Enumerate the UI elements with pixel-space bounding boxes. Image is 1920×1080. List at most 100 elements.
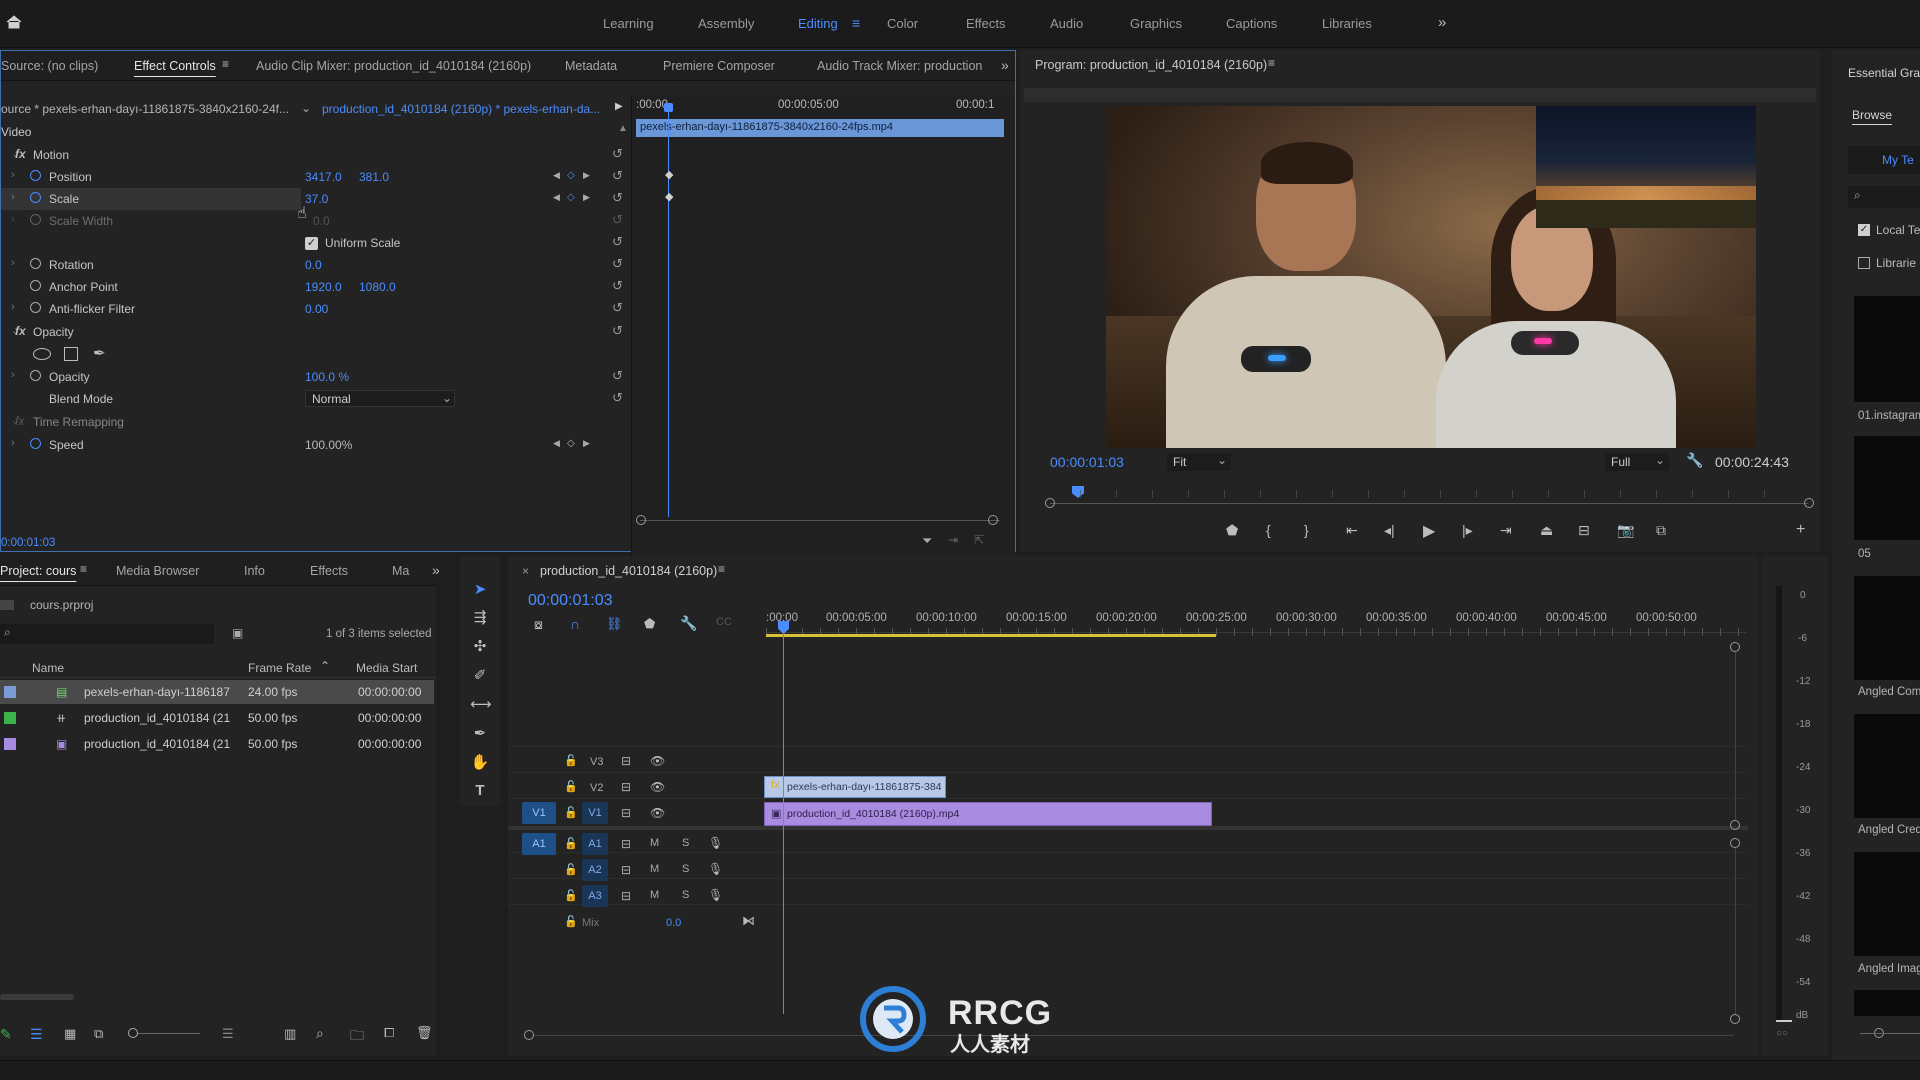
timeline-settings-icon[interactable]: 🔧 xyxy=(680,615,697,632)
ellipse-mask-icon[interactable] xyxy=(33,348,51,360)
sync-lock-icon[interactable]: ⊟ xyxy=(621,754,631,768)
eye-icon[interactable]: 👁 xyxy=(650,806,665,820)
wrench-icon[interactable]: 🔧 xyxy=(1686,452,1703,469)
linked-selection-icon[interactable]: ⛓ xyxy=(606,616,623,632)
tab-audio-track-mixer[interactable]: Audio Track Mixer: production xyxy=(817,59,982,73)
expand-icon[interactable]: › xyxy=(11,437,15,449)
rotation-value[interactable]: 0.0 xyxy=(305,258,322,272)
av-divider[interactable] xyxy=(508,826,1748,830)
chevron-down-icon[interactable]: ⌄ xyxy=(301,101,311,115)
speed-value[interactable]: 100.00% xyxy=(305,438,352,452)
timeline-zoom-scrollbar[interactable] xyxy=(534,1035,1734,1036)
track-label-v2[interactable]: V2 xyxy=(590,782,603,794)
workspace-tab-audio[interactable]: Audio xyxy=(1050,16,1083,31)
workspace-tab-effects[interactable]: Effects xyxy=(966,16,1006,31)
ripple-edit-tool-icon[interactable]: ✣ xyxy=(470,637,490,655)
project-item[interactable]: ▤ pexels-erhan-dayı-1186187 24.00 fps 00… xyxy=(0,680,434,704)
sync-lock-icon[interactable]: ⊟ xyxy=(621,889,631,903)
tab-browse[interactable]: Browse xyxy=(1852,108,1892,122)
keyframe-icon[interactable]: ◆ xyxy=(665,190,673,203)
panel-menu-icon[interactable]: ≡ xyxy=(80,562,87,576)
template-thumbnail[interactable] xyxy=(1854,436,1920,540)
microphone-icon[interactable]: 🎙 xyxy=(708,862,723,876)
lock-icon[interactable]: 🔓 xyxy=(564,754,578,767)
workspace-tab-graphics[interactable]: Graphics xyxy=(1130,16,1182,31)
workspace-menu-icon[interactable]: ≡ xyxy=(852,15,860,31)
add-keyframe-icon[interactable]: ◇ xyxy=(567,170,575,181)
program-monitor-title[interactable]: Program: production_id_4010184 (2160p) xyxy=(1035,58,1267,72)
audio-track-scrollbar[interactable] xyxy=(1735,848,1736,1014)
my-templates-tab[interactable]: My Te xyxy=(1848,146,1920,174)
overlay-night-sky-clip[interactable] xyxy=(1536,106,1756,228)
anti-flicker-value[interactable]: 0.00 xyxy=(305,302,328,316)
extract-icon[interactable]: ⊟ xyxy=(1578,522,1590,539)
lock-icon[interactable]: 🔓 xyxy=(564,837,578,850)
column-name[interactable]: Name xyxy=(32,661,64,675)
zoom-slider-handle[interactable] xyxy=(128,1028,138,1038)
sequence-clip-name[interactable]: production_id_4010184 (2160p) * pexels-e… xyxy=(322,102,600,116)
next-keyframe-icon[interactable]: ▶ xyxy=(583,170,590,181)
step-forward-icon[interactable]: |▸ xyxy=(1462,522,1473,539)
tab-media-browser[interactable]: Media Browser xyxy=(116,564,199,578)
slip-tool-icon[interactable]: ⟷ xyxy=(470,695,492,713)
panel-menu-icon[interactable]: ≡ xyxy=(1268,56,1275,70)
trash-icon[interactable]: 🗑 xyxy=(416,1025,433,1041)
zoom-handle-icon[interactable] xyxy=(1045,498,1055,508)
track-target-a1[interactable]: A1 xyxy=(582,833,608,855)
type-tool-icon[interactable]: T xyxy=(470,782,490,799)
libraries-checkbox[interactable] xyxy=(1858,257,1870,269)
stopwatch-icon[interactable] xyxy=(30,280,41,291)
pen-tool-icon[interactable]: ✒ xyxy=(470,724,490,742)
blend-mode-select[interactable]: Normal ⌄ xyxy=(305,390,455,407)
lock-icon[interactable]: 🔓 xyxy=(564,915,578,928)
add-marker-icon[interactable]: ⬟ xyxy=(1226,522,1238,539)
video-track-scrollbar[interactable] xyxy=(1735,652,1736,820)
sync-lock-icon[interactable]: ⊟ xyxy=(621,780,631,794)
program-timecode[interactable]: 00:00:01:03 xyxy=(1050,454,1124,470)
close-tab-icon[interactable]: × xyxy=(522,564,529,578)
mute-button[interactable]: M xyxy=(650,837,659,849)
razor-tool-icon[interactable]: ✐ xyxy=(470,666,490,684)
project-search-input[interactable]: ⌕ xyxy=(0,624,214,644)
automate-to-sequence-icon[interactable]: ▥ xyxy=(284,1026,296,1042)
stopwatch-icon[interactable] xyxy=(30,438,41,449)
reset-icon[interactable]: ↺ xyxy=(612,368,623,384)
reset-icon[interactable]: ↺ xyxy=(612,390,623,406)
solo-meter-icon[interactable]: ○○ xyxy=(1776,1028,1788,1039)
pen-mask-icon[interactable]: ✒ xyxy=(93,344,106,362)
stopwatch-icon[interactable] xyxy=(30,302,41,313)
sort-ascending-icon[interactable]: ⌃ xyxy=(320,659,330,673)
play-clip-icon[interactable]: ▶ xyxy=(615,101,623,112)
timeline-timecode[interactable]: 00:00:01:03 xyxy=(528,592,613,610)
share-icon[interactable]: ⇱ xyxy=(974,533,984,547)
add-keyframe-icon[interactable]: ◇ xyxy=(567,438,575,449)
tab-markers[interactable]: Ma xyxy=(392,564,409,578)
track-target-a2[interactable]: A2 xyxy=(582,859,608,881)
solo-button[interactable]: S xyxy=(682,863,689,875)
program-scrub-track[interactable] xyxy=(1050,503,1808,504)
new-search-bin-icon[interactable]: ▣ xyxy=(232,626,243,640)
track-select-tool-icon[interactable]: ⇶ xyxy=(470,608,490,626)
go-to-end-icon[interactable]: ⧑ xyxy=(742,913,755,929)
lift-icon[interactable]: ⏏ xyxy=(1540,522,1553,539)
mark-out-icon[interactable]: } xyxy=(1304,522,1309,538)
eye-icon[interactable]: 👁 xyxy=(650,754,665,768)
zoom-handle-icon[interactable] xyxy=(1804,498,1814,508)
lock-icon[interactable]: 🔓 xyxy=(564,889,578,902)
position-y-value[interactable]: 381.0 xyxy=(359,170,389,184)
template-thumbnail[interactable] xyxy=(1854,296,1920,402)
template-thumbnail[interactable] xyxy=(1854,990,1920,1016)
opacity-value[interactable]: 100.0 % xyxy=(305,370,349,384)
quality-select[interactable]: Full ⌄ xyxy=(1605,453,1669,471)
go-to-in-icon[interactable]: ⇤ xyxy=(1346,522,1358,539)
stopwatch-icon[interactable] xyxy=(30,170,41,181)
sync-lock-icon[interactable]: ⊟ xyxy=(621,863,631,877)
freeform-view-icon[interactable]: ⧉ xyxy=(94,1026,103,1042)
reset-icon[interactable]: ↺ xyxy=(612,278,623,294)
tab-info[interactable]: Info xyxy=(244,564,265,578)
workspace-overflow-icon[interactable]: » xyxy=(1438,14,1446,31)
export-icon[interactable]: ⇥ xyxy=(948,533,958,547)
zoom-handle-icon[interactable] xyxy=(1730,838,1740,848)
track-target-a3[interactable]: A3 xyxy=(582,885,608,907)
microphone-icon[interactable]: 🎙 xyxy=(708,836,723,850)
